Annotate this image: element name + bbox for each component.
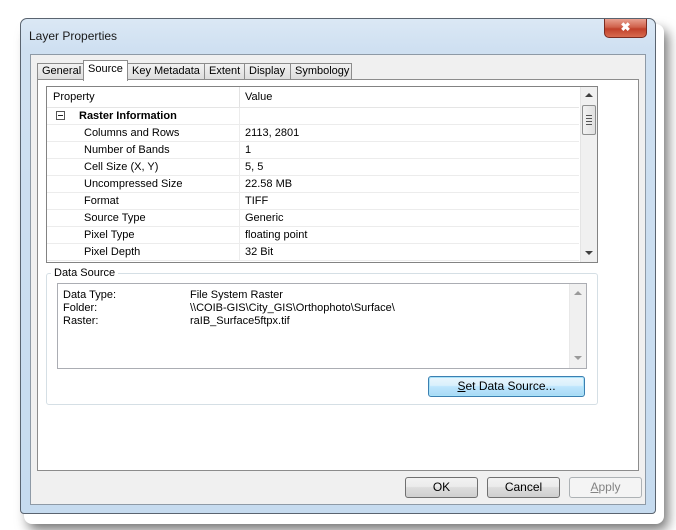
tab-label: Key Metadata xyxy=(132,65,200,77)
grip-line xyxy=(586,121,592,122)
data-source-vertical-scrollbar[interactable] xyxy=(569,284,586,368)
cell-separator xyxy=(239,125,240,142)
dialog-client-area: General Source Key Metadata Extent Displ… xyxy=(30,54,646,505)
grip-line xyxy=(586,118,592,119)
property-name: Format xyxy=(84,195,119,207)
raster-property-grid[interactable]: Property Value Raster Information Column… xyxy=(46,86,598,263)
data-type-label: Data Type: xyxy=(63,289,116,301)
folder-label: Folder: xyxy=(63,302,98,314)
table-row[interactable]: Pixel Type floating point xyxy=(47,227,579,244)
ok-button[interactable]: OK xyxy=(405,477,478,498)
title-bar[interactable]: Layer Properties ✖ xyxy=(21,19,655,53)
raster-label: Raster: xyxy=(63,315,99,327)
table-row[interactable]: Columns and Rows 2113, 2801 xyxy=(47,125,579,142)
property-name: Number of Bands xyxy=(84,144,170,156)
column-header-property[interactable]: Property xyxy=(47,87,95,107)
property-value: TIFF xyxy=(245,195,269,207)
tab-extent[interactable]: Extent xyxy=(204,63,245,80)
table-row[interactable]: Cell Size (X, Y) 5, 5 xyxy=(47,159,579,176)
layer-properties-dialog: Layer Properties ✖ General Source Key Me… xyxy=(20,18,656,514)
table-row[interactable]: Uncompressed Size 22.58 MB xyxy=(47,176,579,193)
table-row[interactable]: Number of Bands 1 xyxy=(47,142,579,159)
tab-label: Source xyxy=(88,63,123,75)
cell-separator xyxy=(239,227,240,244)
source-tab-page: Property Value Raster Information Column… xyxy=(37,79,639,471)
property-value: 5, 5 xyxy=(245,161,264,173)
close-button[interactable]: ✖ xyxy=(604,19,647,38)
scrollbar-thumb[interactable] xyxy=(582,105,596,135)
tab-symbology[interactable]: Symbology xyxy=(290,63,352,80)
set-data-source-button[interactable]: Set Data Source... xyxy=(428,376,585,397)
scroll-down-arrow-icon[interactable] xyxy=(585,251,593,255)
property-name: Cell Size (X, Y) xyxy=(84,161,159,173)
property-value: 2113, 2801 xyxy=(245,127,300,139)
data-source-title: Data Source xyxy=(51,266,119,280)
cell-separator xyxy=(239,244,240,261)
scroll-down-arrow-icon[interactable] xyxy=(574,356,582,360)
property-name: Source Type xyxy=(84,212,146,224)
grip-line xyxy=(586,124,592,125)
tab-source[interactable]: Source xyxy=(83,60,128,81)
collapse-icon[interactable] xyxy=(56,111,65,120)
tab-key-metadata[interactable]: Key Metadata xyxy=(127,63,205,80)
property-value: 1 xyxy=(245,144,252,156)
tab-label: Display xyxy=(249,65,286,77)
cell-separator xyxy=(239,108,240,125)
button-label: et Data Source... xyxy=(465,379,556,393)
raster-value: raIB_Surface5ftpx.tif xyxy=(190,315,290,327)
tab-label: General xyxy=(42,65,82,77)
cell-separator xyxy=(239,210,240,227)
scroll-up-arrow-icon[interactable] xyxy=(574,291,582,295)
table-row[interactable]: Pixel Depth 32 Bit xyxy=(47,244,579,261)
tab-label: Symbology xyxy=(295,65,350,77)
cancel-button[interactable]: Cancel xyxy=(487,477,560,498)
property-name: Columns and Rows xyxy=(84,127,180,139)
folder-value: \\COIB-GIS\City_GIS\Orthophoto\Surface\ xyxy=(190,302,395,314)
cell-separator xyxy=(239,176,240,193)
grip-line xyxy=(586,115,592,116)
property-name: Uncompressed Size xyxy=(84,178,183,190)
tab-label: Extent xyxy=(209,65,241,77)
column-header-value[interactable]: Value xyxy=(239,87,272,107)
property-name: Pixel Depth xyxy=(84,246,141,258)
property-value: 32 Bit xyxy=(245,246,274,258)
button-label: pply xyxy=(598,480,621,494)
grid-header: Property Value xyxy=(47,87,579,108)
cell-separator xyxy=(239,159,240,176)
data-type-value: File System Raster xyxy=(190,289,283,301)
grid-vertical-scrollbar[interactable] xyxy=(580,87,597,262)
cell-separator xyxy=(239,142,240,159)
close-icon: ✖ xyxy=(620,20,631,34)
group-label: Raster Information xyxy=(79,110,177,122)
table-row[interactable]: Format TIFF xyxy=(47,193,579,210)
apply-button[interactable]: Apply xyxy=(569,477,642,498)
property-value: Generic xyxy=(245,212,284,224)
window-title: Layer Properties xyxy=(29,29,118,43)
cell-separator xyxy=(239,193,240,210)
property-value: floating point xyxy=(245,229,308,241)
table-row[interactable]: Source Type Generic xyxy=(47,210,579,227)
tab-display[interactable]: Display xyxy=(244,63,291,80)
tab-general[interactable]: General xyxy=(37,63,84,80)
mnemonic: A xyxy=(590,480,599,494)
property-value: 22.58 MB xyxy=(245,178,293,190)
group-row-raster-information[interactable]: Raster Information xyxy=(47,108,579,125)
property-name: Pixel Type xyxy=(84,229,135,241)
data-source-textbox[interactable]: Data Type: File System Raster Folder: \\… xyxy=(57,283,587,369)
scroll-up-arrow-icon[interactable] xyxy=(585,93,593,97)
data-source-group: Data Source Data Type: File System Raste… xyxy=(46,266,598,405)
